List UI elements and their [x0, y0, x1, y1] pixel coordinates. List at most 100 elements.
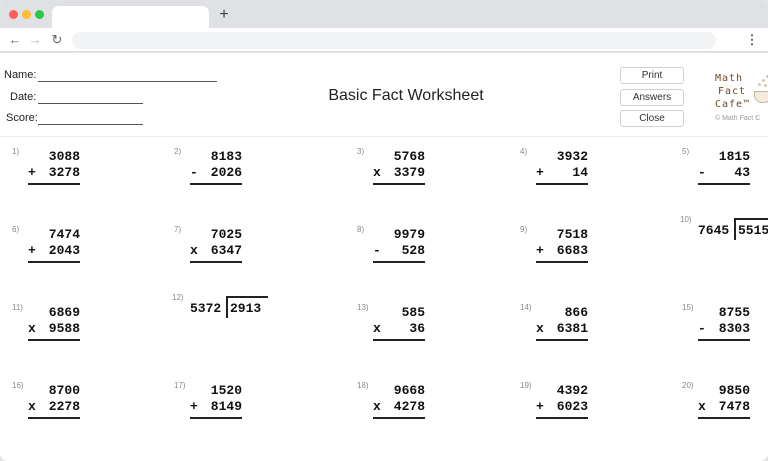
close-button[interactable]: Close	[620, 110, 684, 127]
forward-arrow-icon[interactable]: →	[27, 31, 43, 49]
answers-button[interactable]: Answers	[620, 89, 684, 106]
times-sign: x	[373, 399, 381, 414]
top-operand: 9668	[393, 383, 426, 398]
problem-number: 3)	[357, 147, 365, 156]
answer-line	[373, 261, 425, 263]
problem-1: 1) 3088 +3278	[10, 147, 160, 221]
problem-14: 14) 866 x 6381	[518, 303, 668, 377]
plus-sign: +	[536, 399, 544, 414]
answer-line	[536, 183, 588, 185]
bottom-operand: 36	[409, 321, 425, 336]
top-operand: 4392	[556, 383, 589, 398]
top-operand: 6869	[48, 305, 81, 320]
score-label: Score:	[6, 112, 38, 124]
answer-line	[190, 417, 242, 419]
top-operand: 8700	[48, 383, 81, 398]
problem-number: 1)	[12, 147, 20, 156]
back-arrow-icon[interactable]: ←	[7, 31, 23, 49]
problem-number: 8)	[357, 225, 365, 234]
answer-line	[698, 183, 750, 185]
print-button[interactable]: Print	[620, 67, 684, 84]
division-bracket-top	[226, 296, 268, 298]
problem-4: 4) 3932 +14	[518, 147, 668, 221]
active-tab[interactable]	[52, 6, 209, 28]
logo-line-1: Math	[715, 73, 744, 84]
bottom-operand: 8303	[718, 321, 751, 336]
top-operand: 3088	[48, 149, 81, 164]
times-sign: x	[28, 399, 36, 414]
problem-19: 19) 4392 +6023	[518, 381, 668, 455]
answer-line	[698, 339, 750, 341]
logo-copyright: © Math Fact C	[715, 115, 761, 122]
problem-3: 3) 5768 x 3379	[355, 147, 505, 221]
times-sign: x	[698, 399, 706, 414]
minimize-window-dot[interactable]	[22, 10, 31, 19]
math-fact-cafe-logo: Math Fact Cafe™ © Math Fact C	[710, 69, 768, 129]
plus-sign: +	[28, 243, 36, 258]
answer-line	[536, 339, 588, 341]
name-input-line[interactable]	[38, 81, 217, 82]
address-bar[interactable]	[72, 32, 716, 49]
problem-17: 17) 1520 +8149	[172, 381, 322, 455]
problem-15: 15) 8755-8303	[680, 303, 768, 377]
maximize-window-dot[interactable]	[35, 10, 44, 19]
browser-window: + ← → ↻ ⋮ Name: Date: Score: Basic Fact …	[0, 0, 768, 461]
top-operand: 5768	[393, 149, 426, 164]
top-operand: 3932	[556, 149, 589, 164]
problem-12: 12) 5372 2913	[172, 293, 322, 377]
logo-line-2: Fact	[718, 86, 747, 97]
top-operand: 585	[401, 305, 425, 320]
answer-line	[373, 417, 425, 419]
problem-20: 20) 9850 x 7478	[680, 381, 768, 455]
problem-5: 5) 1815- 43	[680, 147, 768, 221]
problem-number: 11)	[12, 303, 23, 312]
problem-number: 10)	[680, 215, 692, 224]
problem-7: 7) 7025 x 6347	[172, 225, 322, 299]
close-window-dot[interactable]	[9, 10, 18, 19]
browser-menu-icon[interactable]: ⋮	[744, 31, 760, 49]
plus-sign: +	[536, 243, 544, 258]
bottom-operand: 2043	[48, 243, 81, 258]
answer-line	[373, 339, 425, 341]
problem-2: 2) 8183-2026	[172, 147, 322, 221]
top-operand: 9979	[393, 227, 426, 242]
bottom-operand: 8149	[210, 399, 243, 414]
new-tab-icon[interactable]: +	[216, 7, 232, 23]
problem-16: 16) 8700 x 2278	[10, 381, 160, 455]
bottom-operand: 6347	[210, 243, 243, 258]
problem-18: 18) 9668 x 4278	[355, 381, 505, 455]
logo-line-3: Cafe™	[715, 99, 751, 110]
bottom-operand: 3379	[393, 165, 426, 180]
problem-number: 9)	[520, 225, 528, 234]
dividend: 5515	[738, 223, 768, 238]
times-sign: x	[373, 321, 381, 336]
top-operand: 7025	[210, 227, 243, 242]
name-label: Name:	[4, 69, 37, 81]
bottom-operand: 6381	[556, 321, 589, 336]
top-operand: 9850	[718, 383, 751, 398]
divisor: 5372	[190, 301, 222, 316]
problem-number: 15)	[682, 303, 694, 312]
problem-9: 9) 7518 +6683	[518, 225, 668, 299]
plus-sign: +	[190, 399, 198, 414]
problem-number: 12)	[172, 293, 184, 302]
answer-line	[698, 417, 750, 419]
reload-icon[interactable]: ↻	[49, 31, 65, 49]
score-input-line[interactable]	[38, 124, 143, 125]
times-sign: x	[28, 321, 36, 336]
bottom-operand: 14	[572, 165, 588, 180]
bottom-operand: 43	[734, 165, 750, 180]
top-operand: 866	[564, 305, 588, 320]
worksheet-header: Name: Date: Score: Basic Fact Worksheet …	[0, 53, 768, 137]
dividend: 2913	[230, 301, 262, 316]
top-operand: 1815	[718, 149, 751, 164]
problem-number: 13)	[357, 303, 369, 312]
bottom-operand: 6683	[556, 243, 589, 258]
problem-number: 14)	[520, 303, 532, 312]
coffee-cup-icon	[754, 91, 768, 103]
problem-11: 11) 6869 x 9588	[10, 303, 160, 377]
date-input-line[interactable]	[38, 103, 143, 104]
bottom-operand: 9588	[48, 321, 81, 336]
minus-sign: -	[373, 243, 381, 258]
tab-bar: +	[0, 0, 768, 28]
